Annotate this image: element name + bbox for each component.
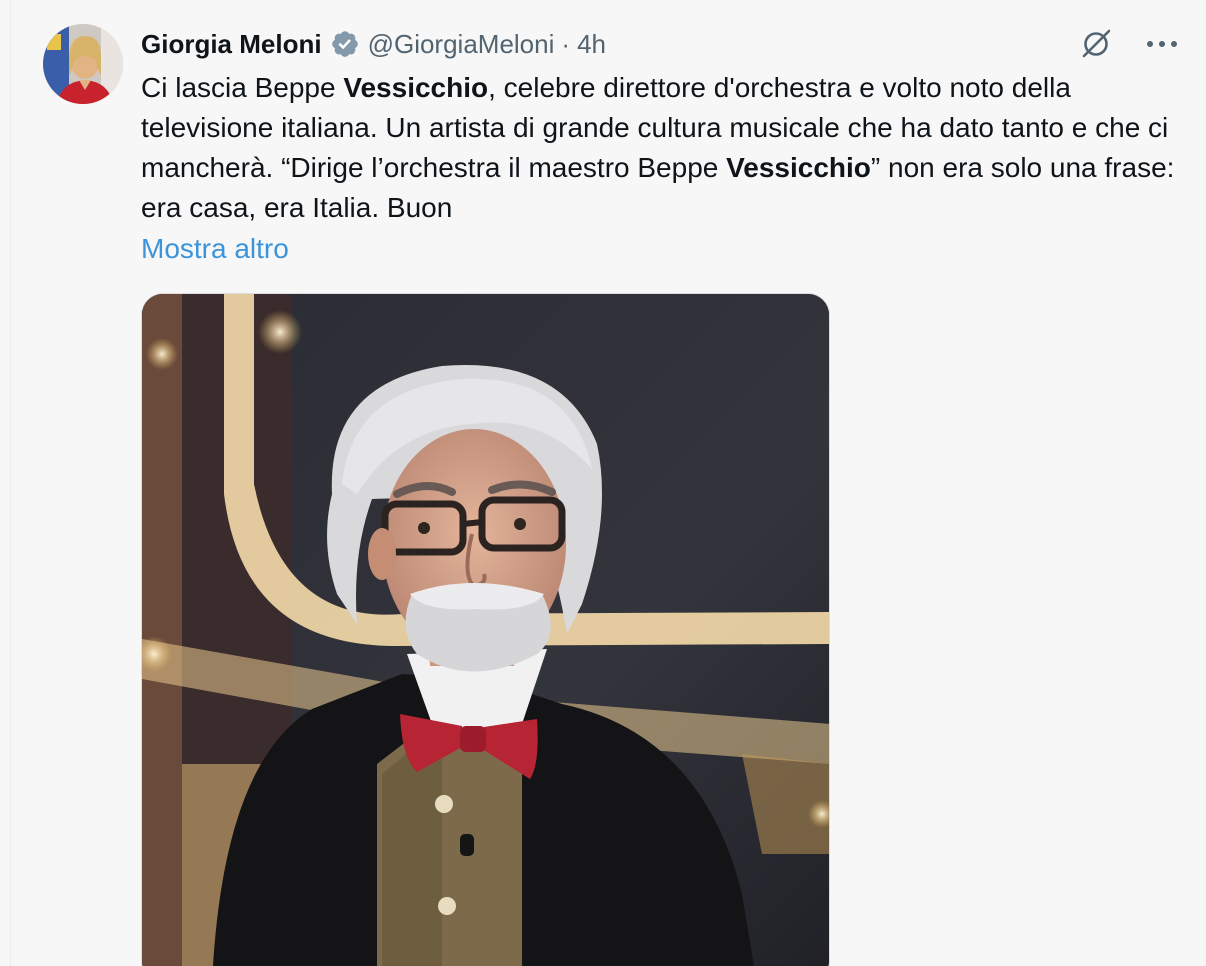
timeline-divider [10,0,11,966]
tweet-media-photo[interactable] [141,293,830,966]
header-separator: · [561,28,571,59]
grok-icon [1082,29,1111,58]
tweet-text: Ci lascia Beppe Vessicchio, celebre dire… [141,68,1191,228]
tweet-header-actions [1076,24,1182,64]
more-options-icon [1147,41,1177,47]
more-options-button[interactable] [1142,24,1182,64]
tweet-timestamp[interactable]: 4h [577,29,606,60]
verified-badge-icon[interactable] [330,29,360,59]
tweet-text-part: Ci lascia Beppe [141,72,344,103]
grok-button[interactable] [1076,24,1116,64]
author-avatar[interactable] [43,24,123,104]
tweet-page: Giorgia Meloni @GiorgiaMeloni · 4h Ci la… [0,0,1206,966]
tweet-header: Giorgia Meloni @GiorgiaMeloni · 4h [141,24,606,64]
tweet-text-bold: Vessicchio [343,72,489,103]
avatar-photo [43,24,123,104]
author-handle[interactable]: @GiorgiaMeloni [368,29,555,60]
conductor-photo [142,294,829,966]
tweet-text-bold: Vessicchio [726,152,871,183]
author-display-name[interactable]: Giorgia Meloni [141,29,322,60]
show-more-link[interactable]: Mostra altro [141,229,289,269]
